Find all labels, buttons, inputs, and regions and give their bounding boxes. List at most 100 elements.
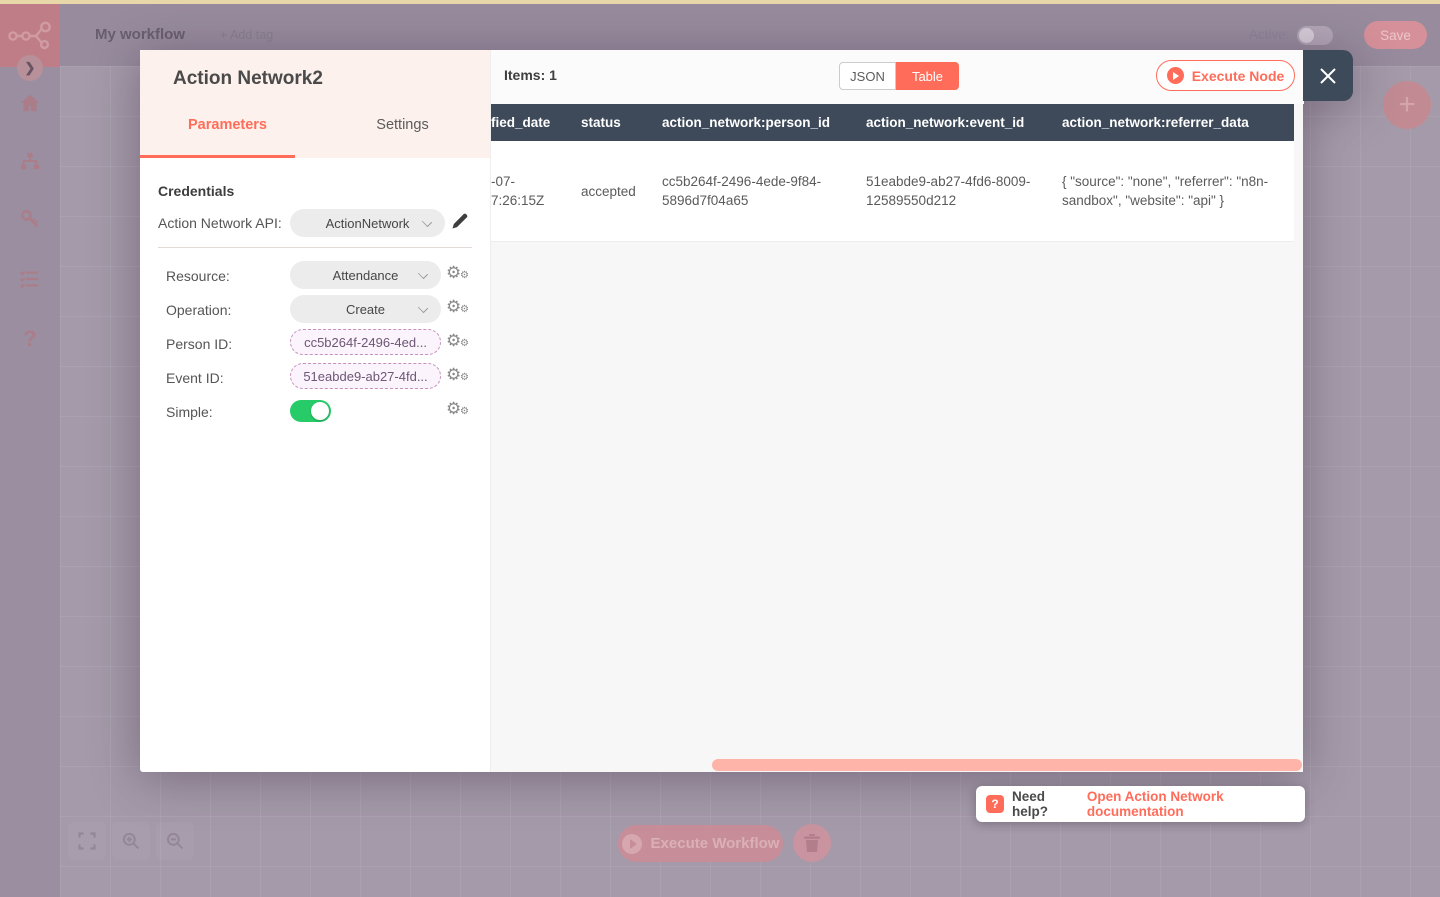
operation-options-button[interactable]: ⚙⚙ — [446, 297, 472, 319]
gear-icon: ⚙ — [446, 366, 461, 383]
operation-value: Create — [346, 302, 385, 317]
view-json-button[interactable]: JSON — [839, 62, 896, 90]
toggle-knob — [1299, 28, 1314, 43]
output-panel: Items: 1 JSON Table Execute Node i fied_… — [490, 50, 1303, 772]
credentials-heading: Credentials — [158, 183, 234, 199]
gear-small-icon: ⚙ — [460, 271, 469, 281]
cell-person-id: cc5b264f-2496-4ede-9f84-5896d7f04a65 — [662, 141, 866, 241]
list-icon — [19, 268, 41, 290]
node-detail-modal: Action Network2 Parameters Settings Cred… — [140, 50, 1353, 772]
save-button[interactable]: Save — [1364, 21, 1427, 49]
credential-select[interactable]: ActionNetwork — [290, 209, 445, 237]
execute-node-label: Execute Node — [1192, 68, 1285, 84]
help-documentation-link[interactable]: Open Action Network documentation — [1087, 789, 1305, 819]
operation-select[interactable]: Create — [290, 295, 441, 323]
column-header: fied_date — [491, 104, 581, 141]
table-row: -07- 7:26:15Z accepted cc5b264f-2496-4ed… — [491, 141, 1294, 242]
chevron-down-icon — [422, 217, 432, 227]
close-modal-button[interactable] — [1303, 50, 1353, 101]
section-divider — [158, 247, 472, 248]
sidebar-item-home[interactable] — [17, 90, 43, 116]
cell-referrer-data: { "source": "none", "referrer": "n8n-san… — [1062, 141, 1294, 241]
gear-icon: ⚙ — [446, 298, 461, 315]
person-id-value: cc5b264f-2496-4ed... — [304, 335, 427, 350]
column-header: action_network:referrer_data — [1062, 104, 1294, 141]
cell-modified-date: -07- 7:26:15Z — [491, 141, 581, 241]
column-header: action_network:event_id — [866, 104, 1062, 141]
view-table-button[interactable]: Table — [896, 62, 959, 90]
panel-header: Action Network2 Parameters Settings — [140, 50, 490, 158]
cell-status: accepted — [581, 141, 662, 241]
zoom-in-icon — [121, 831, 141, 851]
add-node-button[interactable]: + — [1383, 81, 1431, 129]
person-id-options-button[interactable]: ⚙⚙ — [446, 331, 472, 353]
sidebar-item-help[interactable]: ? — [17, 326, 43, 352]
sidebar-item-credentials[interactable] — [17, 206, 43, 232]
output-topbar: Items: 1 JSON Table Execute Node — [491, 50, 1304, 104]
home-icon — [19, 92, 41, 114]
resource-label: Resource: — [166, 268, 230, 284]
pencil-icon — [450, 211, 470, 231]
chevron-down-icon — [418, 269, 428, 279]
execute-workflow-button[interactable]: Execute Workflow — [618, 825, 783, 862]
zoom-in-button[interactable] — [112, 822, 150, 860]
workflow-title[interactable]: My workflow — [95, 26, 185, 43]
column-header: status — [581, 104, 662, 141]
toggle-knob — [311, 402, 329, 420]
question-icon: ? — [986, 795, 1004, 813]
active-tab-underline — [140, 155, 295, 158]
cell-event-id: 51eabde9-ab27-4fd6-8009-12589550d212 — [866, 141, 1062, 241]
sidebar-collapse-button[interactable]: ❯ — [17, 55, 43, 81]
items-count: Items: 1 — [504, 67, 557, 83]
table-header: fied_date status action_network:person_i… — [491, 104, 1294, 141]
gear-icon: ⚙ — [446, 332, 461, 349]
simple-toggle[interactable] — [290, 400, 331, 422]
person-id-label: Person ID: — [166, 336, 232, 352]
gear-icon: ⚙ — [446, 400, 461, 417]
zoom-to-fit-button[interactable] — [68, 822, 106, 860]
tab-parameters[interactable]: Parameters — [140, 117, 315, 133]
gear-small-icon: ⚙ — [460, 407, 469, 417]
gear-small-icon: ⚙ — [460, 339, 469, 349]
simple-label: Simple: — [166, 404, 213, 420]
add-tag-button[interactable]: + Add tag — [220, 28, 273, 42]
sidebar-item-workflows[interactable] — [17, 149, 43, 175]
trash-icon — [804, 834, 820, 852]
sidebar — [0, 4, 60, 897]
event-id-options-button[interactable]: ⚙⚙ — [446, 365, 472, 387]
event-id-label: Event ID: — [166, 370, 224, 386]
event-id-field[interactable]: 51eabde9-ab27-4fd... — [290, 363, 441, 389]
zoom-out-button[interactable] — [156, 822, 194, 860]
active-label: Active: — [1249, 27, 1290, 42]
zoom-out-icon — [165, 831, 185, 851]
resource-options-button[interactable]: ⚙⚙ — [446, 263, 472, 285]
node-title[interactable]: Action Network2 — [173, 68, 323, 90]
play-icon — [622, 834, 642, 854]
execute-node-button[interactable]: Execute Node — [1156, 60, 1295, 91]
resource-value: Attendance — [333, 268, 399, 283]
play-icon — [1167, 67, 1184, 84]
tab-settings[interactable]: Settings — [315, 117, 490, 133]
gear-small-icon: ⚙ — [460, 373, 469, 383]
chevron-right-icon: ❯ — [25, 60, 36, 76]
column-header: action_network:person_id — [662, 104, 866, 141]
delete-execution-button[interactable] — [793, 824, 831, 862]
horizontal-scrollbar[interactable] — [712, 759, 1302, 771]
simple-options-button[interactable]: ⚙⚙ — [446, 399, 472, 421]
resource-select[interactable]: Attendance — [290, 261, 441, 289]
edit-credential-button[interactable] — [450, 211, 472, 233]
active-toggle[interactable] — [1297, 26, 1333, 45]
event-id-value: 51eabde9-ab27-4fd... — [303, 369, 427, 384]
gear-icon: ⚙ — [446, 264, 461, 281]
operation-label: Operation: — [166, 302, 231, 318]
help-text: Need help? — [1012, 789, 1079, 819]
execute-workflow-label: Execute Workflow — [651, 835, 780, 852]
close-icon — [1318, 66, 1338, 86]
person-id-field[interactable]: cc5b264f-2496-4ed... — [290, 329, 441, 355]
key-icon — [19, 208, 41, 230]
plus-icon: + — [1398, 88, 1416, 122]
gear-small-icon: ⚙ — [460, 305, 469, 315]
chevron-down-icon — [418, 303, 428, 313]
sitemap-icon — [19, 151, 41, 173]
sidebar-item-executions[interactable] — [17, 266, 43, 292]
